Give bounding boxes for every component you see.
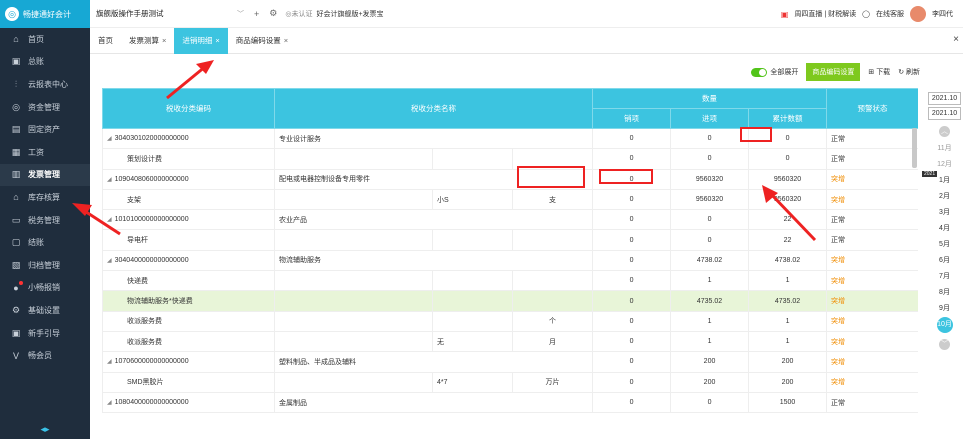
annotation-arrows <box>72 60 817 242</box>
